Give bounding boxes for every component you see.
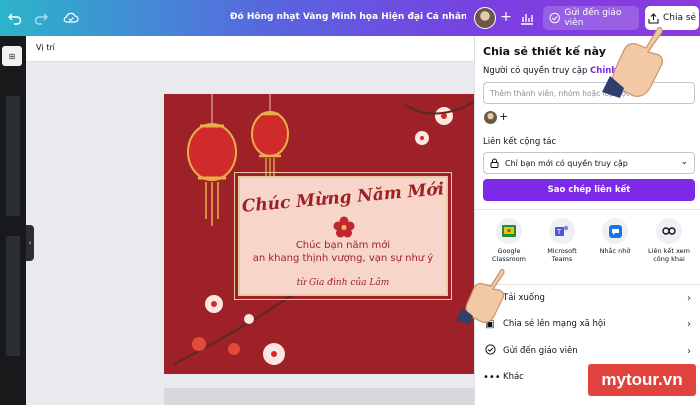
app-label: Liên kết xem công khai: [648, 247, 690, 263]
next-page-preview: [164, 388, 474, 405]
cloud-saved-icon[interactable]: [62, 9, 80, 27]
app-label: Google Classroom: [492, 247, 526, 263]
send-teacher-label: Gửi đến giáo viên: [503, 346, 578, 356]
insights-chart-icon[interactable]: [519, 10, 535, 26]
greeting-title[interactable]: Chúc Mừng Năm Mới: [240, 179, 447, 217]
greeting-line-1[interactable]: Chúc bạn năm mới: [240, 240, 446, 251]
undo-icon[interactable]: [6, 9, 24, 27]
chevron-right-icon: ›: [687, 292, 691, 304]
chevron-right-icon: ›: [687, 318, 691, 330]
access-label-text: Người có quyền truy cập: [483, 66, 588, 76]
plum-blossom-icon: [333, 216, 355, 238]
chevron-right-icon: ›: [687, 345, 691, 357]
check-circle-icon: [483, 344, 497, 358]
redo-icon[interactable]: [32, 9, 50, 27]
share-microsoft-teams[interactable]: T Microsoft Teams: [536, 218, 588, 263]
member-avatar[interactable]: [484, 111, 497, 124]
app-label: Microsoft Teams: [547, 247, 577, 263]
pointer-hand-icon: [602, 26, 663, 98]
collapse-panel-handle[interactable]: ‹: [26, 225, 34, 261]
top-bar: Đỏ Hồng nhạt Vàng Minh họa Hiện đại Cá n…: [0, 0, 700, 36]
side-panel-strip: ⊞: [0, 36, 26, 405]
share-public-view-link[interactable]: Liên kết xem công khai: [643, 218, 695, 263]
link-access-value: Chỉ bạn mới có quyền truy cập: [505, 158, 628, 168]
text-tool-icon[interactable]: ⊞: [2, 46, 22, 66]
link-access-select[interactable]: Chỉ bạn mới có quyền truy cập ⌄: [483, 152, 695, 174]
canvas-toolbar: Vị trí: [26, 36, 474, 62]
upload-icon: [648, 12, 659, 24]
microsoft-teams-icon: T: [549, 218, 575, 244]
share-remind[interactable]: Nhắc nhở: [589, 218, 641, 255]
pointer-hand-icon: [456, 268, 505, 324]
design-canvas[interactable]: Chúc Mừng Năm Mới Chúc bạn năm mới an kh…: [164, 94, 474, 374]
check-circle-icon: [549, 12, 560, 24]
share-apps-row: Google Classroom T Microsoft Teams Nhắc …: [483, 218, 695, 274]
remind-icon: [602, 218, 628, 244]
send-teacher-row[interactable]: Gửi đến giáo viên ›: [483, 340, 695, 362]
add-member-icon[interactable]: +: [499, 110, 508, 123]
download-row[interactable]: ⤓ Tải xuống ›: [483, 287, 695, 309]
avatar[interactable]: [474, 7, 496, 29]
position-button[interactable]: Vị trí: [36, 43, 55, 52]
divider: [475, 209, 700, 210]
send-to-teacher-label: Gửi đến giáo viên: [564, 8, 622, 28]
page-thumbnail[interactable]: [6, 236, 20, 356]
share-panel-title: Chia sẻ thiết kế này: [483, 45, 606, 58]
share-social-label: Chia sẻ lên mạng xã hội: [503, 319, 606, 329]
share-label: Chia sẻ: [662, 13, 697, 23]
document-title[interactable]: Đỏ Hồng nhạt Vàng Minh họa Hiện đại Cá n…: [230, 12, 466, 22]
app-label: Nhắc nhở: [599, 247, 631, 255]
share-google-classroom[interactable]: Google Classroom: [483, 218, 535, 263]
collab-link-label: Liên kết cộng tác: [483, 137, 557, 147]
lock-icon: [490, 158, 499, 168]
greeting-line-2[interactable]: an khang thịnh vượng, vạn sự như ý: [240, 253, 446, 264]
chevron-down-icon: ⌄: [680, 157, 688, 167]
google-classroom-icon: [496, 218, 522, 244]
link-icon: [656, 218, 682, 244]
watermark-logo: mytour.vn: [588, 364, 696, 396]
more-icon: •••: [483, 371, 501, 383]
add-collaborator-icon[interactable]: +: [498, 9, 514, 25]
svg-text:T: T: [556, 228, 562, 236]
page-thumbnail[interactable]: [6, 96, 20, 216]
greeting-signature[interactable]: từ Gia đình của Lâm: [240, 278, 446, 288]
copy-link-button[interactable]: Sao chép liên kết: [483, 179, 695, 201]
share-social-row[interactable]: ▣ Chia sẻ lên mạng xã hội ›: [483, 313, 695, 335]
more-label: Khác: [503, 372, 524, 382]
blossom-decoration: [404, 101, 474, 145]
greeting-frame: Chúc Mừng Năm Mới Chúc bạn năm mới an kh…: [238, 176, 448, 296]
